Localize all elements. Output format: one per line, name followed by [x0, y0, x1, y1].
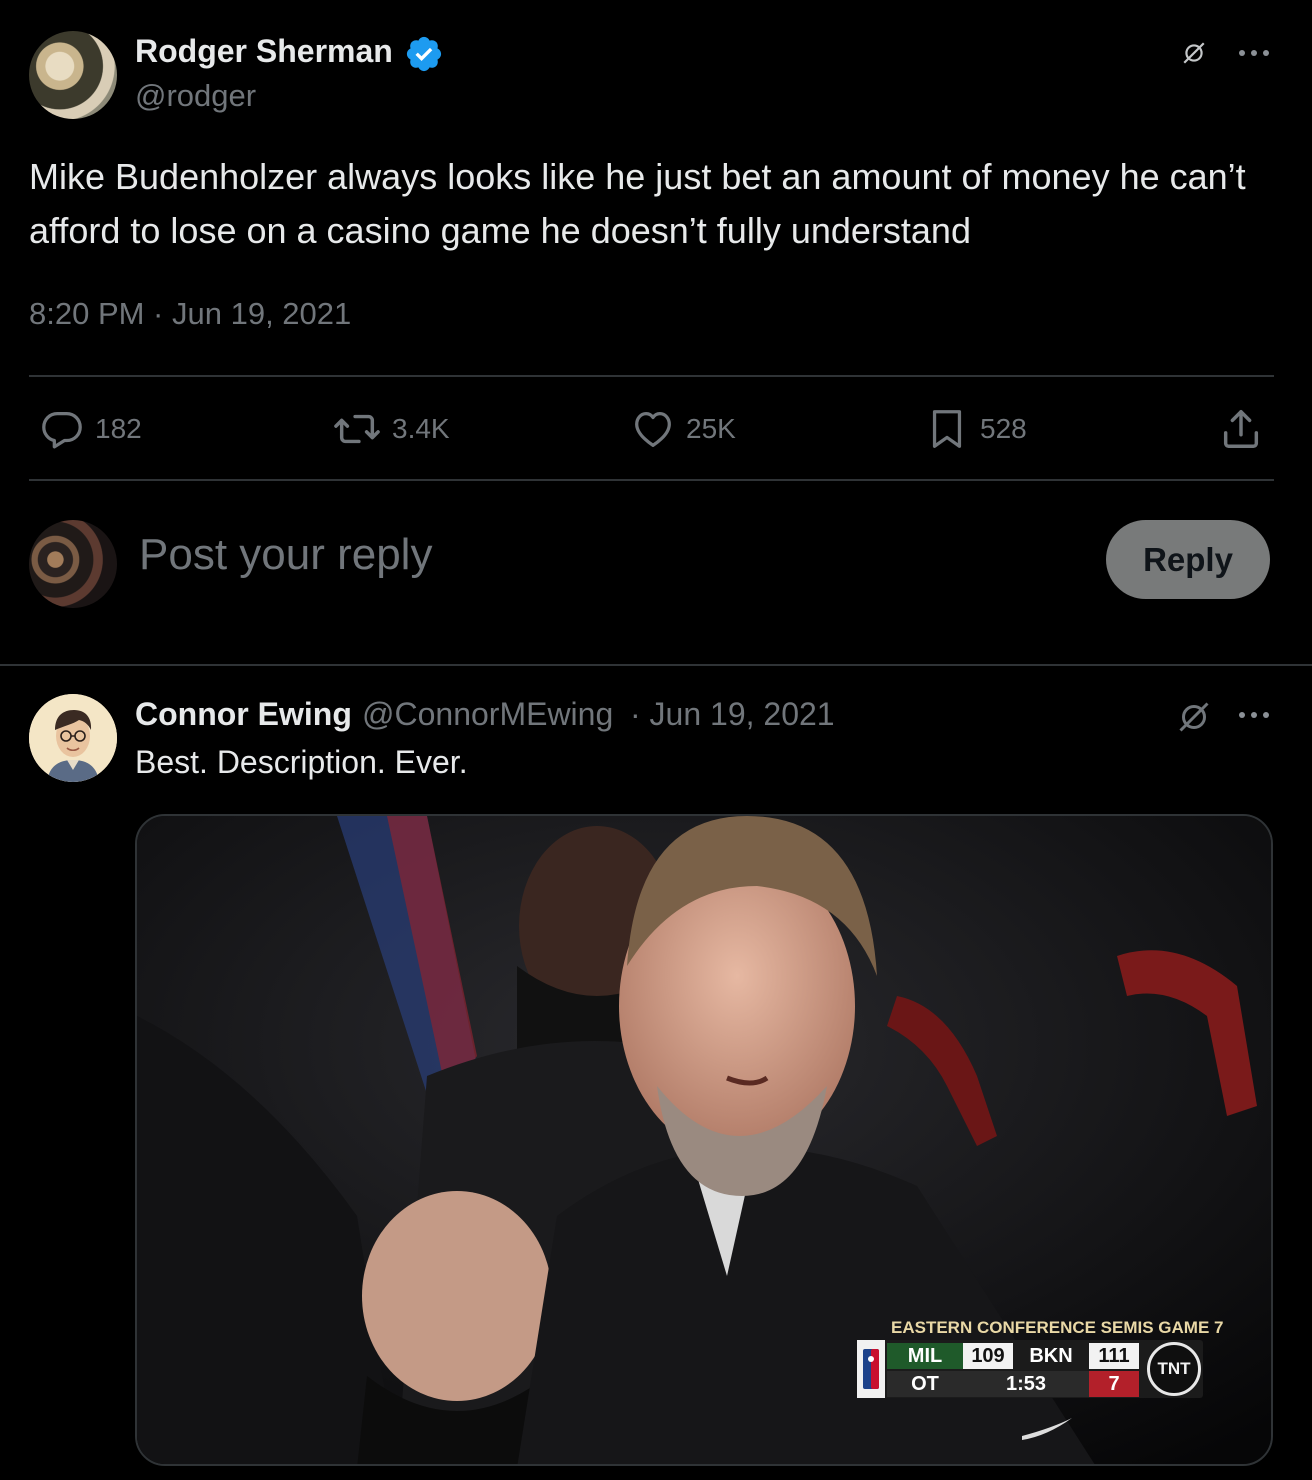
team1-score: 109	[963, 1343, 1013, 1369]
like-count: 25K	[686, 413, 736, 444]
divider	[29, 375, 1274, 377]
retweet-icon	[334, 414, 380, 444]
shot-clock: 7	[1089, 1371, 1139, 1397]
more-options-icon[interactable]	[1236, 40, 1272, 66]
grok-icon[interactable]	[1176, 699, 1212, 735]
share-icon	[1223, 410, 1259, 448]
like-count-button[interactable]: 25K	[630, 404, 736, 454]
bookmark-count: 528	[980, 413, 1027, 444]
team2-score: 111	[1089, 1343, 1139, 1369]
game-period: OT	[887, 1371, 963, 1397]
reply-author-name[interactable]: Connor Ewing	[135, 696, 352, 733]
retweet-count-button[interactable]: 3.4K	[332, 404, 450, 454]
reply-date[interactable]: · Jun 19, 2021	[630, 696, 835, 733]
divider	[0, 664, 1312, 666]
author-handle[interactable]: @rodger	[135, 78, 256, 114]
tweet-media-image[interactable]: EASTERN CONFERENCE SEMIS GAME 7 MIL 109 …	[135, 814, 1273, 1466]
grok-icon[interactable]	[1181, 40, 1207, 66]
divider	[29, 479, 1274, 481]
author-name[interactable]: Rodger Sherman	[135, 33, 393, 70]
tweet-timestamp[interactable]: 8:20 PM · Jun 19, 2021	[29, 296, 351, 332]
retweet-count: 3.4K	[392, 413, 450, 444]
reply-count-button[interactable]: 182	[39, 404, 142, 454]
reply-input[interactable]: Post your reply	[139, 530, 432, 580]
bookmark-count-button[interactable]: 528	[924, 404, 1027, 454]
network-logo-icon: TNT	[1147, 1342, 1201, 1396]
heart-icon	[635, 412, 671, 447]
reply-button[interactable]: Reply	[1106, 520, 1270, 599]
more-options-icon[interactable]	[1236, 702, 1272, 728]
network-label: TNT	[1157, 1359, 1191, 1378]
scorebug-title: EASTERN CONFERENCE SEMIS GAME 7	[891, 1318, 1224, 1337]
reply-icon	[42, 412, 82, 449]
current-user-avatar[interactable]	[29, 520, 117, 608]
bookmark-icon	[932, 410, 962, 448]
team1-name: MIL	[887, 1343, 963, 1369]
verified-badge-icon	[406, 36, 442, 72]
tweet-text: Mike Budenholzer always looks like he ju…	[29, 156, 1246, 251]
reply-author-handle[interactable]: @ConnorMEwing	[362, 696, 613, 733]
nba-logo-icon	[857, 1340, 885, 1398]
reply-count: 182	[95, 413, 142, 444]
cartoon-portrait-icon	[29, 694, 117, 782]
reply-author-avatar[interactable]	[29, 694, 117, 782]
team2-name: BKN	[1013, 1343, 1089, 1369]
reply-text: Best. Description. Ever.	[135, 744, 468, 780]
share-button[interactable]	[1218, 404, 1274, 454]
author-avatar[interactable]	[29, 31, 117, 119]
game-clock: 1:53	[963, 1371, 1089, 1397]
